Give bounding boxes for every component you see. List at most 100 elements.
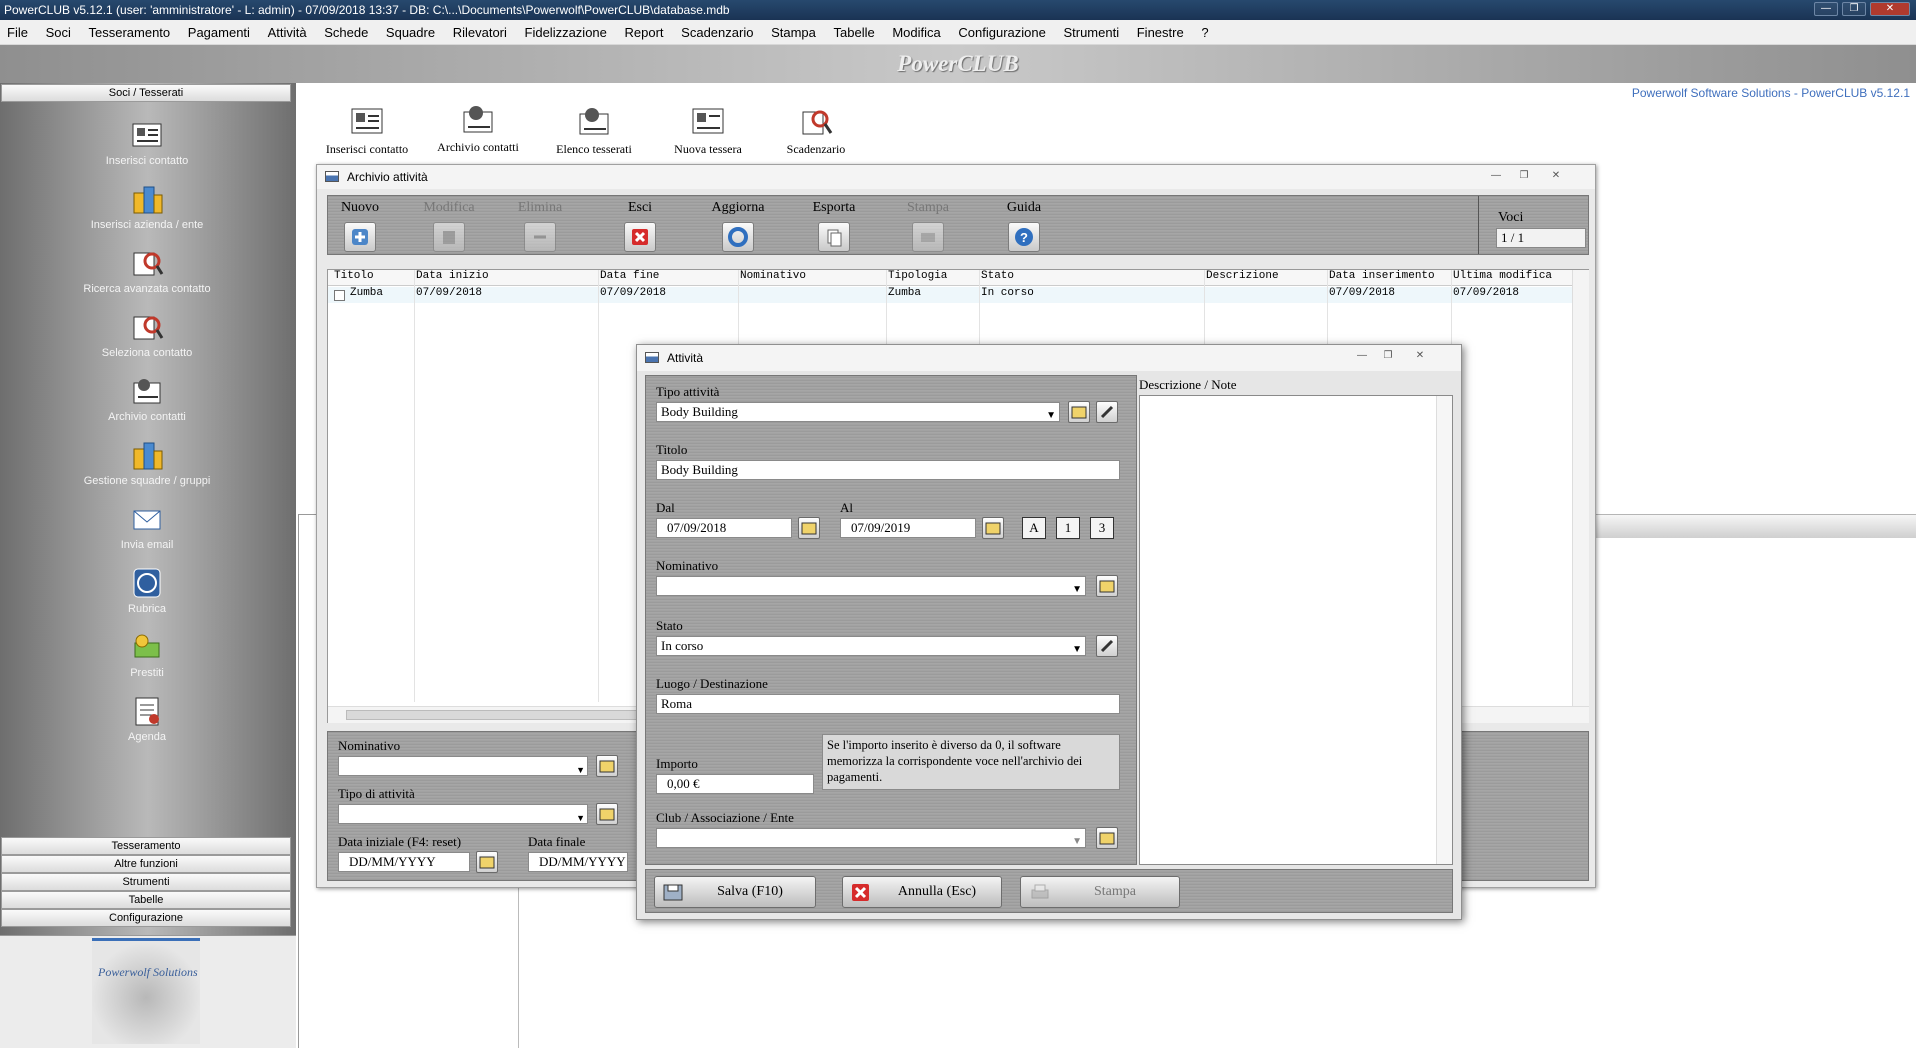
col-data-inserimento[interactable]: Data inserimento — [1325, 270, 1435, 282]
menu-attivita[interactable]: Attività — [261, 20, 314, 45]
data-finale-input[interactable]: DD/MM/YYYY — [528, 852, 628, 872]
club-combo[interactable]: ▼ — [656, 828, 1086, 848]
tb-scadenzario[interactable]: Scadenzario — [776, 104, 856, 157]
menu-pagamenti[interactable]: Pagamenti — [181, 20, 257, 45]
menu-schede[interactable]: Schede — [317, 20, 375, 45]
filter-nominativo-combo[interactable]: ▼ — [338, 756, 588, 776]
menu-modifica[interactable]: Modifica — [885, 20, 947, 45]
nominativo-search-button[interactable] — [1096, 575, 1118, 597]
section-tesseramento[interactable]: Tesseramento — [1, 837, 291, 855]
lp-rubrica[interactable]: Rubrica — [0, 567, 294, 615]
menu-finestre[interactable]: Finestre — [1130, 20, 1191, 45]
al-date-input[interactable]: 07/09/2019 — [840, 518, 976, 538]
col-ultima-modifica[interactable]: Ultima modifica — [1449, 270, 1552, 282]
tipo-attivita-combo[interactable]: Body Building ▼ — [656, 402, 1060, 422]
stato-combo[interactable]: In corso ▼ — [656, 636, 1086, 656]
col-data-inizio[interactable]: Data inizio — [412, 270, 489, 282]
salva-button[interactable]: Salva (F10) — [654, 876, 816, 908]
col-data-fine[interactable]: Data fine — [596, 270, 659, 282]
tb-elenco-tesserati[interactable]: Elenco tesserati — [552, 104, 636, 157]
lp-ricerca-avanzata[interactable]: Ricerca avanzata contatto — [0, 247, 294, 295]
row-checkbox[interactable] — [334, 290, 345, 301]
col-stato[interactable]: Stato — [977, 270, 1014, 282]
menu-tabelle[interactable]: Tabelle — [827, 20, 882, 45]
archive-close-button[interactable]: ✕ — [1545, 169, 1567, 183]
activity-minimize-button[interactable]: — — [1351, 349, 1373, 363]
menu-help[interactable]: ? — [1194, 20, 1215, 45]
lp-invia-email[interactable]: Invia email — [0, 503, 294, 551]
activity-close-button[interactable]: ✕ — [1409, 349, 1431, 363]
menu-strumenti[interactable]: Strumenti — [1056, 20, 1126, 45]
tipo-attivita-edit-button[interactable] — [1096, 401, 1118, 423]
section-configurazione[interactable]: Configurazione — [1, 909, 291, 927]
activity-maximize-button[interactable]: ❐ — [1377, 349, 1399, 363]
col-descrizione[interactable]: Descrizione — [1202, 270, 1279, 282]
menu-rilevatori[interactable]: Rilevatori — [446, 20, 514, 45]
dal-date-input[interactable]: 07/09/2018 — [656, 518, 792, 538]
modifica-button[interactable]: Modifica — [414, 200, 484, 252]
menu-report[interactable]: Report — [618, 20, 671, 45]
luogo-input[interactable]: Roma — [656, 694, 1120, 714]
maximize-button[interactable]: ❐ — [1842, 2, 1866, 16]
annulla-button[interactable]: Annulla (Esc) — [842, 876, 1002, 908]
club-search-button[interactable] — [1096, 827, 1118, 849]
tb-nuova-tessera[interactable]: Nuova tessera — [664, 104, 752, 157]
lp-inserisci-azienda[interactable]: Inserisci azienda / ente — [0, 183, 294, 231]
section-tabelle[interactable]: Tabelle — [1, 891, 291, 909]
guida-button[interactable]: Guida ? — [996, 200, 1052, 252]
grid-vertical-scrollbar[interactable] — [1572, 270, 1589, 706]
scroll-thumb[interactable] — [346, 710, 646, 720]
close-button[interactable]: ✕ — [1870, 2, 1910, 16]
filter-tipo-combo[interactable]: ▼ — [338, 804, 588, 824]
lp-prestiti[interactable]: Prestiti — [0, 631, 294, 679]
aggiorna-button[interactable]: Aggiorna — [706, 200, 770, 252]
tb-inserisci-contatto[interactable]: Inserisci contatto — [324, 104, 410, 157]
nominativo-combo[interactable]: ▼ — [656, 576, 1086, 596]
col-titolo[interactable]: Titolo — [330, 270, 374, 282]
table-row[interactable]: Zumba 07/09/2018 07/09/2018 Zumba In cor… — [328, 287, 1572, 303]
menu-file[interactable]: File — [0, 20, 35, 45]
quick-1-button[interactable]: 1 — [1056, 517, 1080, 539]
menu-stampa[interactable]: Stampa — [764, 20, 823, 45]
lp-inserisci-contatto[interactable]: Inserisci contatto — [0, 119, 294, 167]
elimina-button[interactable]: Elimina — [512, 200, 568, 252]
filter-nominativo-search-button[interactable] — [596, 755, 618, 777]
menu-configurazione[interactable]: Configurazione — [951, 20, 1052, 45]
tipo-attivita-table-button[interactable] — [1068, 401, 1090, 423]
section-soci-tesserati[interactable]: Soci / Tesserati — [1, 84, 291, 102]
lp-archivio-contatti[interactable]: Archivio contatti — [0, 375, 294, 423]
dal-calendar-button[interactable] — [798, 517, 820, 539]
stampa-dialog-button[interactable]: Stampa — [1020, 876, 1180, 908]
archive-minimize-button[interactable]: — — [1485, 169, 1507, 183]
menu-squadre[interactable]: Squadre — [379, 20, 442, 45]
quick-a-button[interactable]: A — [1022, 517, 1046, 539]
data-iniziale-calendar-button[interactable] — [476, 851, 498, 873]
col-nominativo[interactable]: Nominativo — [736, 270, 806, 282]
titolo-input[interactable]: Body Building — [656, 460, 1120, 480]
menu-fidelizzazione[interactable]: Fidelizzazione — [518, 20, 614, 45]
descrizione-textarea[interactable] — [1139, 395, 1453, 865]
data-iniziale-input[interactable]: DD/MM/YYYY — [338, 852, 470, 872]
descrizione-scrollbar[interactable] — [1436, 396, 1452, 864]
esporta-button[interactable]: Esporta — [804, 200, 864, 252]
stato-edit-button[interactable] — [1096, 635, 1118, 657]
lp-agenda[interactable]: Agenda — [0, 695, 294, 743]
lp-gestione-squadre[interactable]: Gestione squadre / gruppi — [0, 439, 294, 487]
quick-3-button[interactable]: 3 — [1090, 517, 1114, 539]
nuovo-button[interactable]: Nuovo — [332, 200, 388, 252]
section-altre-funzioni[interactable]: Altre funzioni — [1, 855, 291, 873]
tb-archivio-contatti[interactable]: Archivio contatti — [434, 102, 522, 155]
menu-scadenzario[interactable]: Scadenzario — [674, 20, 760, 45]
al-calendar-button[interactable] — [982, 517, 1004, 539]
menu-soci[interactable]: Soci — [39, 20, 78, 45]
esci-button[interactable]: Esci — [612, 200, 668, 252]
filter-tipo-search-button[interactable] — [596, 803, 618, 825]
section-strumenti[interactable]: Strumenti — [1, 873, 291, 891]
importo-input[interactable]: 0,00 € — [656, 774, 814, 794]
minimize-button[interactable]: — — [1814, 2, 1838, 16]
col-tipologia[interactable]: Tipologia — [884, 270, 947, 282]
lp-seleziona-contatto[interactable]: Seleziona contatto — [0, 311, 294, 359]
archive-maximize-button[interactable]: ❐ — [1513, 169, 1535, 183]
menu-tesseramento[interactable]: Tesseramento — [82, 20, 178, 45]
stampa-button[interactable]: Stampa — [898, 200, 958, 252]
